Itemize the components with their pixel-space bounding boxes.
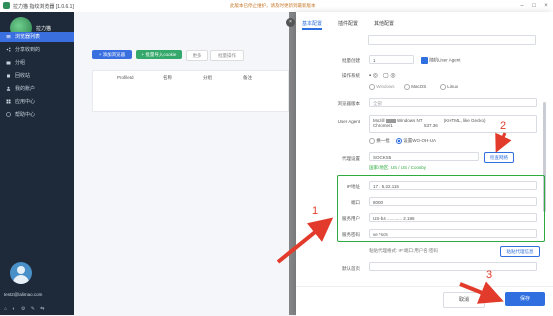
annotation-number-2: 2 — [500, 120, 507, 132]
main-content: + 添加浏览器 + 批量导入cookie 更多 批量操作 ProfileId 名… — [74, 12, 289, 315]
homepage-label: 默认首页 — [342, 266, 360, 271]
os-option-linux[interactable]: Linux — [440, 84, 458, 90]
minimize-button[interactable]: – — [518, 2, 526, 10]
ua-switch-label: 设置WO-OH-UA — [403, 138, 437, 144]
ua-switch-batch[interactable]: 换一批 — [369, 138, 390, 144]
ua-switch-label: 换一批 — [376, 138, 390, 144]
column-header[interactable]: 名称 — [163, 75, 172, 81]
os-option-macos[interactable]: MacOS — [404, 84, 426, 90]
ip-input[interactable]: 17 . 5.22.115 — [369, 181, 537, 190]
annotation-number-3: 3 — [486, 269, 493, 281]
proxy-check-result: 国家/地区: US / US / Coosby — [369, 165, 427, 170]
update-notice[interactable]: 此版本已停止维护，请及时更新到最新版本 — [230, 3, 316, 9]
sidebar-item-browser-list[interactable]: 浏览器列表 — [0, 32, 74, 42]
sidebar-item-label: 浏览器列表 — [15, 34, 41, 40]
folder-icon — [6, 61, 11, 65]
share-icon — [6, 47, 11, 52]
column-header[interactable]: ProfileId — [117, 75, 134, 80]
ua-text-4: (KHTML, like Gecko) — [443, 118, 486, 123]
homepage-input[interactable] — [369, 262, 537, 271]
port-input[interactable]: 8000 — [369, 197, 537, 206]
sidebar-item-groups[interactable]: 分组 — [0, 58, 74, 68]
radio-icon — [369, 138, 375, 144]
random-ua-checkbox[interactable]: 随机User Agent — [421, 57, 461, 64]
os-option-windows[interactable]: Windows — [369, 84, 395, 90]
ua-text-3: Windows NT — [397, 118, 423, 123]
checkbox-checked-icon — [421, 57, 428, 64]
os-option-label: Linux — [447, 84, 459, 90]
radio-selected-icon — [396, 138, 402, 144]
bottom-toolbar-icons[interactable]: ⌂ ◐ ⚙ ✎ ⇆ — [4, 306, 46, 312]
avatar[interactable] — [10, 262, 32, 284]
sidebar-item-apps[interactable]: 应用中心 — [0, 97, 74, 107]
user-email: test2@lalimao.com — [4, 292, 43, 297]
annotation-number-1: 1 — [312, 205, 319, 217]
cancel-button[interactable]: 取消 — [443, 292, 485, 308]
sidebar-item-label: 帮助中心 — [15, 112, 36, 118]
ip-label: IP地址 — [346, 184, 360, 189]
ua-text-2: Chrome/1 — [373, 123, 393, 128]
browser-version-select[interactable]: 全部 — [369, 98, 537, 107]
list-icon — [6, 35, 11, 39]
browser-version-label: 浏览器版本 — [337, 101, 361, 106]
active-tab-indicator — [302, 28, 322, 30]
proxy-label: 代理设置 — [342, 156, 360, 161]
maximize-button[interactable]: □ — [530, 2, 538, 10]
proxy-pass-label: 服务密码 — [342, 232, 360, 237]
import-cookie-button[interactable]: + 批量导入cookie — [136, 50, 182, 59]
top-textarea[interactable] — [368, 35, 536, 45]
sidebar-item-label: 分组 — [15, 60, 26, 66]
radio-icon — [440, 84, 446, 90]
sidebar-item-recycle[interactable]: 回收站 — [0, 71, 74, 81]
port-label: 端口 — [351, 200, 360, 205]
tab-plugins[interactable]: 插件配置 — [338, 20, 358, 27]
os-option-label: Windows — [376, 84, 395, 90]
check-proxy-button[interactable]: 检查网络 — [484, 152, 514, 163]
help-icon — [6, 112, 11, 117]
proxy-pass-input[interactable]: ve *sc5 — [369, 229, 537, 238]
close-button[interactable]: × — [542, 2, 550, 10]
batch-ops-button[interactable]: 批量操作 — [210, 50, 244, 61]
user-agent-input[interactable]: Mozill Windows NT (KHTML, like Gecko) Ch… — [369, 115, 537, 133]
column-header[interactable]: 备注 — [243, 75, 252, 81]
sidebar: 拉力猫 浏览器列表 分享收到的 分组 回收站 我的账户 应用中心 帮助中心 te… — [0, 12, 74, 315]
proxy-user-label: 服务用户 — [342, 216, 360, 221]
column-header[interactable]: 分组 — [203, 75, 212, 81]
sidebar-item-label: 分享收到的 — [15, 47, 41, 53]
radio-icon — [404, 84, 410, 90]
sidebar-item-label: 回收站 — [15, 73, 31, 79]
user-icon — [6, 86, 11, 91]
random-ua-label: 随机User Agent — [429, 57, 461, 63]
batch-count-input[interactable]: 1 — [369, 55, 414, 64]
window-title: 拉力猫 指纹浏览器 [1.0.6.1] — [13, 4, 74, 10]
grid-icon — [6, 99, 11, 104]
tab-other[interactable]: 其他配置 — [374, 20, 394, 27]
browser-table: ProfileId 名称 分组 备注 — [92, 70, 289, 112]
ua-text-5: 537.36 — [424, 123, 438, 128]
add-browser-button[interactable]: + 添加浏览器 — [92, 50, 132, 59]
os-icons: ▪ ◎ ▢ ◎ — [369, 73, 396, 79]
close-drawer-icon[interactable]: × — [286, 18, 295, 27]
batch-count-label: 批量创建 — [342, 58, 360, 63]
proxy-user-input[interactable]: US-b4 ............ 2.186 — [369, 213, 537, 222]
ua-switch-set[interactable]: 设置WO-OH-UA — [396, 138, 436, 144]
sidebar-item-label: 应用中心 — [15, 99, 36, 105]
save-button[interactable]: 保存 — [505, 292, 545, 306]
os-option-label: MacOS — [411, 84, 427, 90]
sidebar-item-shared[interactable]: 分享收到的 — [0, 45, 74, 55]
user-agent-label: User Agent — [337, 119, 360, 124]
paste-proxy-button[interactable]: 粘贴代理信息 — [500, 246, 540, 257]
more-button[interactable]: 更多 — [186, 50, 208, 61]
trash-icon — [7, 74, 10, 78]
paste-hint: 粘贴代理格式: IP:端口:用户名:密码 — [369, 248, 439, 253]
proxy-type-select[interactable]: SOCKS5 — [369, 152, 479, 161]
os-label: 操作系统 — [342, 73, 360, 78]
tab-basic[interactable]: 基本配置 — [302, 20, 322, 27]
app-logo-icon — [3, 2, 10, 9]
sidebar-item-help[interactable]: 帮助中心 — [0, 110, 74, 120]
radio-icon — [369, 84, 375, 90]
brand-name: 拉力猫 — [36, 26, 52, 32]
sidebar-item-label: 我的账户 — [15, 86, 36, 92]
sidebar-item-account[interactable]: 我的账户 — [0, 84, 74, 94]
